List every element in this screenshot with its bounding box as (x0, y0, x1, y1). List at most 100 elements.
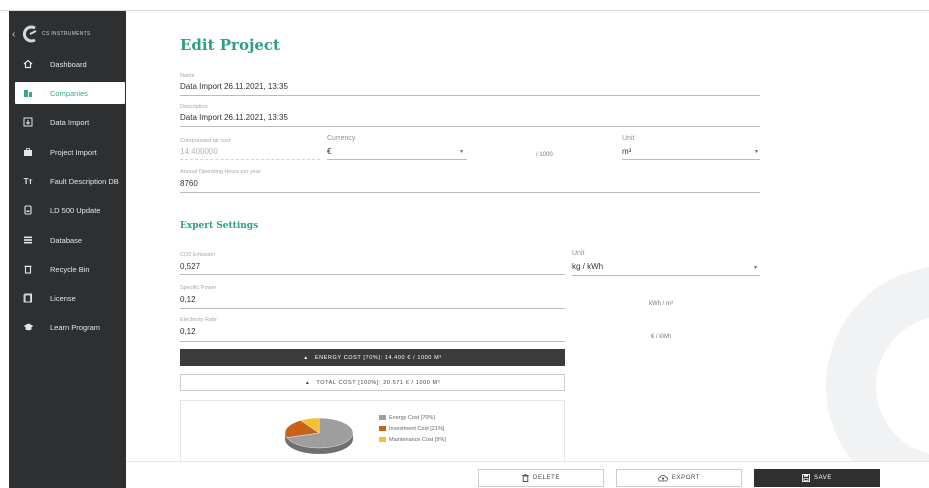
text-format-icon: Tт (23, 176, 33, 186)
electricity-rate-underline (180, 341, 565, 342)
import-icon (22, 116, 34, 128)
currency-underline (327, 159, 467, 160)
brand-name: CS INSTRUMENTS (42, 31, 91, 37)
per-volume-text: / 1000 (536, 152, 553, 158)
energy-cost-text: ENERGY COST [70%]: 14.400 € / 1000 M³ (314, 354, 442, 361)
sidebar-item-label: LD 500 Update (50, 206, 101, 215)
co2-emission-underline (180, 274, 565, 275)
home-icon (22, 58, 34, 70)
legend-swatch (379, 415, 386, 420)
cost-chart: Energy Cost [70%] Investment Cost [21%] … (180, 400, 565, 461)
trash-icon (22, 263, 34, 275)
sidebar: ‹ CS INSTRUMENTS Dashboard Companies Dat… (9, 11, 126, 488)
database-icon (22, 234, 34, 246)
sidebar-item-label: Recycle Bin (50, 265, 90, 274)
cloud-upload-icon (658, 474, 668, 482)
app-window: ‹ CS INSTRUMENTS Dashboard Companies Dat… (0, 0, 929, 488)
sidebar-item-data-import[interactable]: Data Import (9, 111, 126, 133)
legend-label: Maintenance Cost [9%] (389, 436, 446, 443)
chevron-down-icon[interactable]: ▼ (753, 265, 758, 271)
legend-swatch (379, 426, 386, 431)
operating-hours-label: Annual Operating Hours per year (180, 169, 261, 175)
specific-power-input[interactable]: 0,12 (180, 295, 196, 304)
save-button-label: SAVE (814, 475, 832, 481)
save-button[interactable]: SAVE (754, 469, 880, 487)
unit-select[interactable]: m³ (622, 147, 631, 156)
building-icon (22, 87, 34, 99)
sidebar-item-project-import[interactable]: Project Import (9, 141, 126, 163)
electricity-rate-input[interactable]: 0,12 (180, 327, 196, 336)
legend-item-maintenance: Maintenance Cost [9%] (379, 434, 446, 445)
sidebar-item-label: Companies (50, 89, 88, 98)
chevron-up-icon: ▲ (303, 354, 309, 361)
page-title: Edit Project (180, 36, 280, 54)
sidebar-item-recycle-bin[interactable]: Recycle Bin (9, 258, 126, 280)
sidebar-item-label: Dashboard (50, 60, 87, 69)
compressed-air-cost-input: 14,400000 (180, 147, 218, 156)
operating-hours-underline (180, 192, 760, 193)
unit-label: Unit (622, 135, 635, 142)
operating-hours-input[interactable]: 8760 (180, 179, 198, 188)
brand-logo[interactable]: ‹ CS INSTRUMENTS (9, 25, 126, 45)
pie-chart (284, 417, 354, 454)
expert-settings-title: Expert Settings (180, 221, 259, 231)
sidebar-item-companies[interactable]: Companies (15, 82, 125, 104)
sidebar-item-label: Data Import (50, 118, 90, 127)
description-label: Description (180, 104, 208, 110)
main-content: Edit Project Name Data Import 26.11.2021… (126, 11, 929, 461)
watermark-logo-icon (826, 267, 929, 461)
delete-button-label: DELETE (533, 475, 560, 481)
name-underline (180, 95, 760, 96)
save-icon (802, 474, 810, 482)
description-underline (180, 126, 760, 127)
delete-button[interactable]: DELETE (478, 469, 604, 487)
chevron-down-icon[interactable]: ▼ (459, 149, 464, 155)
license-icon (22, 292, 34, 304)
chevron-up-icon: ▲ (304, 379, 311, 386)
chevron-left-icon[interactable]: ‹ (12, 29, 15, 40)
currency-select[interactable]: € (327, 147, 331, 156)
export-button[interactable]: EXPORT (616, 469, 742, 487)
co2-unit-label: Unit (572, 250, 585, 257)
legend-item-investment: Investment Cost [21%] (379, 423, 446, 434)
currency-label: Currency (327, 135, 356, 142)
co2-emission-label: CO2 Emission (180, 252, 216, 258)
legend-label: Investment Cost [21%] (389, 425, 445, 432)
electricity-rate-unit: € / kWh (651, 334, 672, 340)
sidebar-item-fault-description-db[interactable]: Tт Fault Description DB (9, 170, 126, 192)
sidebar-item-label: Project Import (50, 148, 97, 157)
chart-legend: Energy Cost [70%] Investment Cost [21%] … (379, 412, 446, 445)
export-button-label: EXPORT (671, 475, 701, 481)
cs-logo-icon (22, 25, 37, 43)
name-label: Name (180, 73, 195, 79)
action-footer: DELETE EXPORT SAVE (126, 461, 929, 488)
sidebar-item-database[interactable]: Database (9, 229, 126, 251)
sidebar-item-license[interactable]: License (9, 287, 126, 309)
unit-underline (622, 159, 760, 160)
co2-unit-select[interactable]: kg / kWh (572, 262, 603, 271)
legend-swatch (379, 437, 386, 442)
legend-label: Energy Cost [70%] (389, 414, 435, 421)
sidebar-item-label: License (50, 294, 76, 303)
description-input[interactable]: Data Import 26.11.2021, 13:35 (180, 113, 288, 122)
sidebar-item-ld-500-update[interactable]: LD 500 Update (9, 199, 126, 221)
compressed-air-cost-label: Compressed air cost (180, 138, 231, 144)
sidebar-item-label: Database (50, 236, 83, 245)
specific-power-underline (180, 308, 565, 309)
electricity-rate-label: Electricity Rate (180, 317, 217, 323)
sidebar-item-learn-program[interactable]: Learn Program (9, 316, 126, 338)
compressed-air-cost-underline (180, 159, 320, 160)
briefcase-icon (22, 146, 34, 158)
name-input[interactable]: Data Import 26.11.2021, 13:35 (180, 82, 288, 91)
energy-cost-toggle[interactable]: ▲ ENERGY COST [70%]: 14.400 € / 1000 M³ (180, 349, 565, 366)
graduation-cap-icon (22, 321, 34, 333)
sidebar-item-label: Fault Description DB (50, 177, 119, 186)
total-cost-toggle[interactable]: ▲ TOTAL COST [100%]: 20.571 € / 1000 M³ (180, 374, 565, 391)
sidebar-item-dashboard[interactable]: Dashboard (9, 53, 126, 75)
chevron-down-icon[interactable]: ▼ (754, 149, 759, 155)
trash-icon (522, 474, 529, 482)
co2-emission-input[interactable]: 0,527 (180, 262, 200, 271)
total-cost-text: TOTAL COST [100%]: 20.571 € / 1000 M³ (316, 379, 441, 386)
specific-power-unit: kWh / m³ (649, 301, 673, 307)
sidebar-item-label: Learn Program (50, 323, 101, 332)
